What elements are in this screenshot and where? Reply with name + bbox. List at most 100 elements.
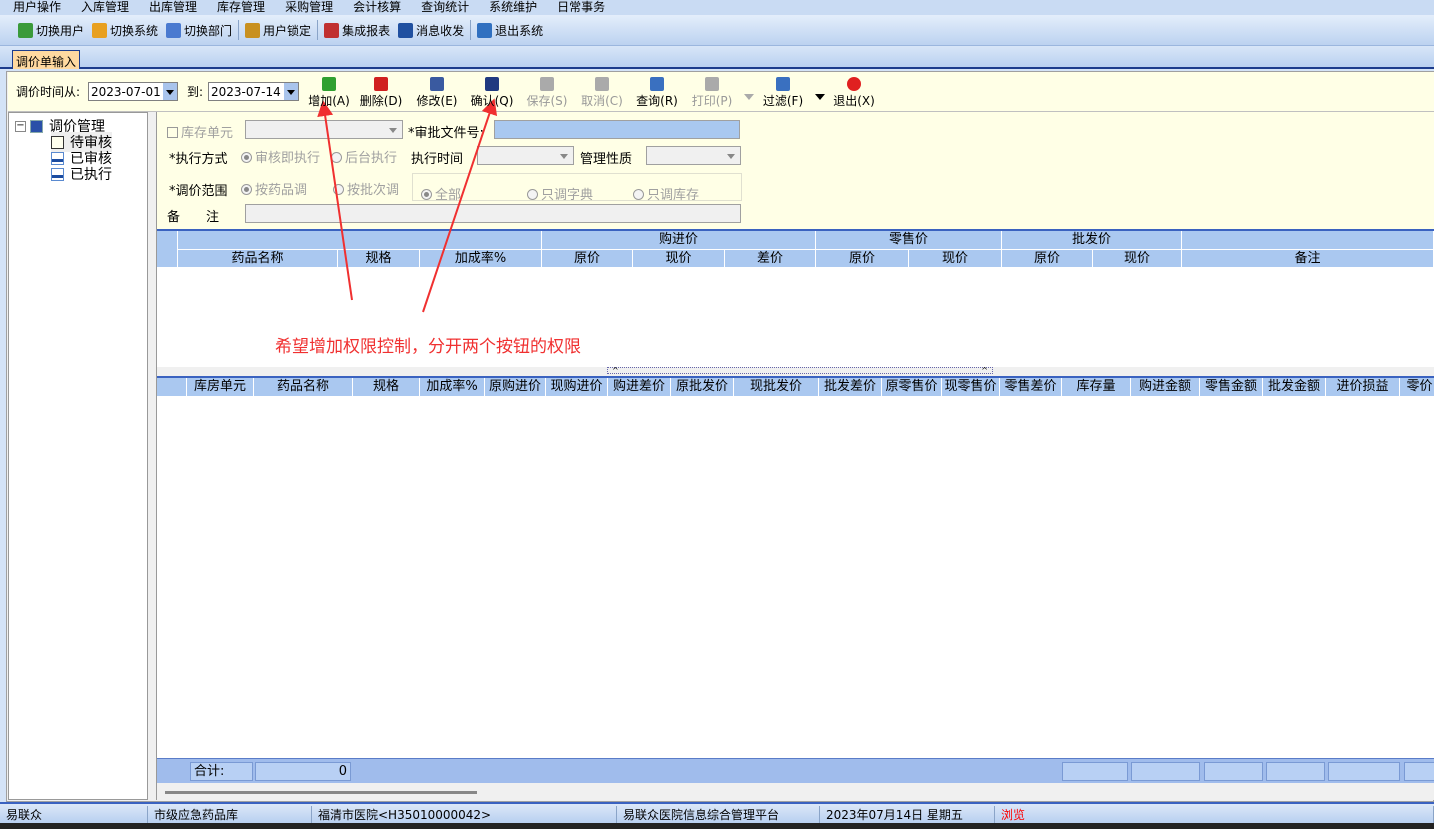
column-header[interactable]: 现购进价: [546, 378, 608, 397]
exec-time-select[interactable]: [477, 146, 574, 165]
status-segment: 2023年07月14日 星期五: [820, 806, 995, 824]
radio-exec-background[interactable]: 后台执行: [331, 147, 397, 166]
column-header[interactable]: 备注: [1182, 250, 1434, 268]
scrollbar-thumb[interactable]: [165, 791, 477, 794]
remark-label: 备 注: [167, 210, 220, 225]
date-from-picker[interactable]: 2023-07-01: [88, 82, 178, 101]
price-adjust-form: 库存单元 *审批文件号: *执行方式 审核即执行 后台执行 执行时间 管理性质 …: [157, 112, 1434, 229]
column-header[interactable]: 购进差价: [608, 378, 671, 397]
action-label: 退出(X): [833, 94, 875, 108]
column-header[interactable]: 批发差价: [819, 378, 882, 397]
horizontal-scrollbar[interactable]: [157, 783, 1434, 800]
stock-unit-checkbox[interactable]: 库存单元: [167, 122, 233, 141]
column-header[interactable]: 规格: [338, 250, 420, 268]
radio-range-dict[interactable]: 只调字典: [527, 184, 593, 203]
horizontal-splitter[interactable]: ^ ^: [157, 367, 1434, 376]
column-header[interactable]: 零售金额: [1200, 378, 1263, 397]
column-header[interactable]: 药品名称: [254, 378, 353, 397]
column-header[interactable]: 加成率%: [420, 250, 542, 268]
action-button[interactable]: 取消(C): [577, 77, 627, 109]
exit-system-icon: [477, 22, 493, 38]
column-header[interactable]: 原购进价: [485, 378, 546, 397]
action-button[interactable]: 查询(R): [632, 77, 682, 109]
save-icon: [540, 77, 554, 91]
action-button[interactable]: 增加(A): [304, 77, 354, 109]
column-header[interactable]: 零售差价: [1000, 378, 1062, 397]
radio-range-stock[interactable]: 只调库存: [633, 184, 699, 203]
column-header[interactable]: 零价: [1400, 378, 1434, 397]
status-segment: 易联众医院信息综合管理平台: [617, 806, 820, 824]
action-button[interactable]: 退出(X): [829, 77, 879, 109]
column-header[interactable]: 库存量: [1062, 378, 1131, 397]
toolbar-button[interactable]: 集成报表: [320, 19, 394, 41]
mgmt-type-select[interactable]: [646, 146, 741, 165]
toolbar-button[interactable]: 用户锁定: [241, 19, 315, 41]
radio-range-all[interactable]: 全部: [421, 184, 461, 203]
query-icon: [650, 77, 664, 91]
column-header[interactable]: 原价: [542, 250, 633, 268]
toolbar-button[interactable]: 切换用户: [14, 19, 88, 41]
total-cell: [1062, 762, 1128, 781]
column-header[interactable]: 现价: [1093, 250, 1182, 268]
vertical-splitter[interactable]: [148, 112, 157, 800]
radio-by-drug[interactable]: 按药品调: [241, 179, 307, 198]
remark-input[interactable]: [245, 204, 741, 223]
action-button[interactable]: 过滤(F): [758, 77, 808, 109]
toolbar-button[interactable]: 切换系统: [88, 19, 162, 41]
approval-no-input[interactable]: [494, 120, 740, 139]
menu-item[interactable]: 日常事务: [544, 0, 612, 15]
stock-unit-select[interactable]: [245, 120, 403, 139]
action-button[interactable]: 打印(P): [687, 77, 737, 109]
status-bar: 易联众 市级应急药品库 福清市医院<H35010000042> 易联众医院信息综合管理…: [0, 802, 1434, 824]
toolbar-button[interactable]: 消息收发: [394, 19, 468, 41]
action-button[interactable]: 修改(E): [412, 77, 462, 109]
collapse-icon[interactable]: −: [15, 120, 26, 132]
column-header[interactable]: 库房单元: [187, 378, 254, 397]
column-header[interactable]: 药品名称: [178, 250, 338, 268]
radio-by-batch[interactable]: 按批次调: [333, 179, 399, 198]
column-header[interactable]: 现批发价: [734, 378, 819, 397]
column-header[interactable]: 差价: [725, 250, 816, 268]
menu-item[interactable]: 系统维护: [476, 0, 544, 15]
dropdown-arrow-icon[interactable]: [744, 94, 754, 105]
menu-item[interactable]: 查询统计: [408, 0, 476, 15]
column-header[interactable]: 进价损益: [1326, 378, 1400, 397]
column-header[interactable]: 批发金额: [1263, 378, 1326, 397]
column-header[interactable]: 加成率%: [420, 378, 485, 397]
date-to-picker[interactable]: 2023-07-14: [208, 82, 299, 101]
menu-item[interactable]: 出库管理: [136, 0, 204, 15]
column-header[interactable]: 现价: [633, 250, 725, 268]
column-header[interactable]: 原零售价: [882, 378, 942, 397]
action-label: 删除(D): [359, 94, 403, 108]
radio-exec-immediate[interactable]: 审核即执行: [241, 147, 320, 166]
action-label: 查询(R): [636, 94, 678, 108]
toolbar-button[interactable]: 退出系统: [473, 19, 547, 41]
menu-item[interactable]: 用户操作: [0, 0, 68, 15]
tab-price-adjust-input[interactable]: 调价单输入: [12, 50, 80, 69]
action-button[interactable]: 保存(S): [522, 77, 572, 109]
column-header[interactable]: 原价: [816, 250, 909, 268]
menu-item[interactable]: 库存管理: [204, 0, 272, 15]
toolbar-button[interactable]: 切换部门: [162, 19, 236, 41]
action-button[interactable]: 删除(D): [356, 77, 406, 109]
splitter-handle[interactable]: ^ ^: [607, 367, 993, 375]
column-header[interactable]: 原价: [1002, 250, 1093, 268]
column-header[interactable]: 现零售价: [942, 378, 1000, 397]
menu-item[interactable]: 会计核算: [340, 0, 408, 15]
tree-node-executed[interactable]: 已执行: [51, 164, 112, 184]
column-header[interactable]: 原批发价: [671, 378, 734, 397]
chevron-down-icon[interactable]: [284, 83, 298, 100]
column-header[interactable]: 现价: [909, 250, 1002, 268]
grid2-body[interactable]: [157, 397, 1434, 758]
menu-item[interactable]: 采购管理: [272, 0, 340, 15]
group-header: 批发价: [1002, 231, 1182, 250]
filter-icon: [776, 77, 790, 91]
folder-list-icon: [30, 119, 43, 133]
dropdown-arrow-icon[interactable]: [815, 94, 825, 105]
chevron-down-icon[interactable]: [163, 83, 177, 100]
column-header[interactable]: 规格: [353, 378, 420, 397]
column-header[interactable]: 购进金额: [1131, 378, 1200, 397]
menu-item[interactable]: 入库管理: [68, 0, 136, 15]
menu-bar: 用户操作 入库管理 出库管理 库存管理 采购管理 会计核算 查询统计 系统维护 日常事务: [0, 0, 1434, 15]
action-button[interactable]: 确认(Q): [467, 77, 517, 109]
